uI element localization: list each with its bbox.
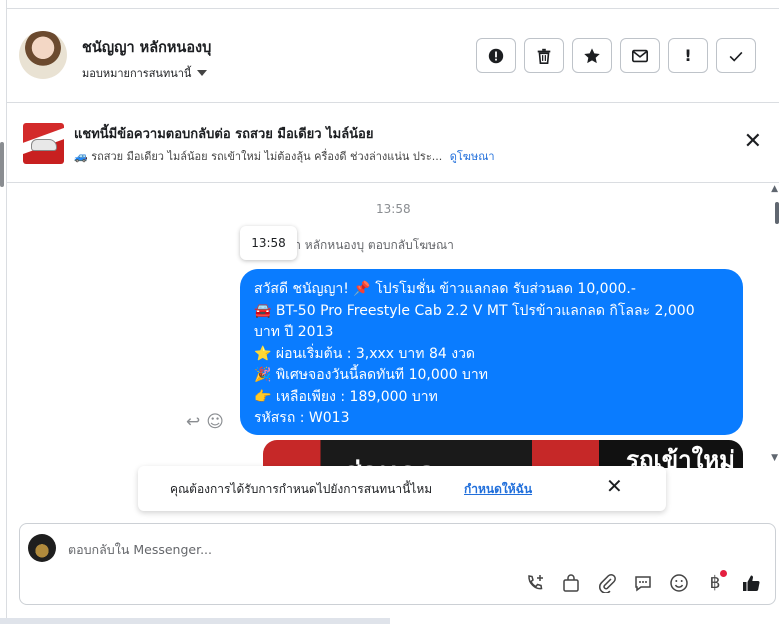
contact-name[interactable]: ชนัญญา หลักหนองบุ	[82, 36, 211, 59]
star-button[interactable]	[572, 38, 612, 73]
notification-dot	[720, 570, 727, 577]
envelope-icon	[631, 49, 649, 62]
done-button[interactable]	[716, 38, 756, 73]
message-composer[interactable]: ตอบกลับใน Messenger... ฿	[19, 523, 776, 605]
mark-unread-button[interactable]	[620, 38, 660, 73]
check-icon	[729, 51, 743, 62]
reply-icon[interactable]: ↩	[186, 412, 200, 432]
close-icon[interactable]: ✕	[744, 131, 762, 153]
composer-input[interactable]: ตอบกลับใน Messenger...	[68, 540, 212, 560]
message-line: 🚘 BT-50 Pro Freestyle Cab 2.2 V MT โปรข้…	[254, 302, 695, 319]
assign-prompt: คุณต้องการได้รับการกำหนดไปยังการสนทนานี้…	[138, 466, 666, 511]
trash-icon	[537, 48, 551, 64]
conversation-scrollbar-thumb[interactable]	[775, 202, 779, 224]
scroll-down-icon[interactable]: ▼	[771, 453, 778, 463]
ad-thumbnail[interactable]	[23, 123, 64, 164]
message-line: สวัสดี ชนัญญา! 📌 โปรโมชั่น ข้าวแลกลด รับ…	[254, 281, 636, 297]
close-icon[interactable]: ✕	[606, 476, 623, 496]
image-message[interactable]: ส่วนลด รถเข้าใหม่	[263, 440, 743, 468]
react-smiley-icon[interactable]: ☺	[206, 412, 224, 432]
image-text-new-car: รถเข้าใหม่	[626, 446, 735, 468]
assign-to-me-link[interactable]: กำหนดให้ฉัน	[464, 480, 532, 499]
conversation-header: ชนัญญา หลักหนองบุ มอบหมายการสนทนานี้ !	[6, 9, 779, 103]
scroll-up-icon[interactable]: ▲	[771, 184, 778, 194]
thumbs-up-icon[interactable]	[739, 572, 763, 594]
ad-subtitle: 🚙 รถสวย มือเดียว ไมล์น้อย รถเข้าใหม่ ไม่…	[74, 147, 495, 165]
page-avatar	[28, 534, 56, 562]
star-icon	[584, 47, 600, 63]
call-add-icon[interactable]	[523, 572, 547, 594]
message-timestamp: 13:58	[376, 202, 411, 216]
ad-reply-banner: แชทนี้มีข้อความตอบกลับต่อ รถสวย มือเดียว…	[6, 103, 779, 183]
assign-dropdown[interactable]: มอบหมายการสนทนานี้	[82, 64, 208, 82]
follow-up-button[interactable]: !	[668, 38, 708, 73]
assign-label: มอบหมายการสนทนานี้	[82, 67, 192, 80]
message-line: ⭐ ผ่อนเริ่มต้น : 3,xxx บาท 84 งวด	[254, 345, 476, 362]
ad-title: แชทนี้มีข้อความตอบกลับต่อ รถสวย มือเดียว…	[74, 127, 374, 142]
assign-question: คุณต้องการได้รับการกำหนดไปยังการสนทนานี้…	[170, 482, 433, 496]
car-image	[31, 139, 57, 151]
replied-to-ad-note: ญา หลักหนองบุ ตอบกลับโฆษณา	[284, 238, 454, 252]
left-scrollbar[interactable]	[0, 142, 4, 187]
message-line: 👉 เหลือเพียง : 189,000 บาท	[254, 388, 438, 405]
attachment-icon[interactable]	[595, 572, 619, 594]
view-ad-link[interactable]: ดูโฆษณา	[450, 150, 495, 163]
time-tooltip: 13:58	[240, 226, 297, 260]
delete-button[interactable]	[524, 38, 564, 73]
emoji-icon[interactable]	[667, 572, 691, 594]
ad-description: 🚙 รถสวย มือเดียว ไมล์น้อย รถเข้าใหม่ ไม่…	[74, 150, 443, 163]
message-bubble: สวัสดี ชนัญญา! 📌 โปรโมชั่น ข้าวแลกลด รับ…	[240, 269, 743, 435]
shopping-bag-icon[interactable]	[559, 572, 583, 594]
message-actions: ↩ ☺	[186, 412, 224, 432]
bottom-taskbar-strip	[0, 618, 390, 624]
report-button[interactable]	[476, 38, 516, 73]
message-line: บาท ปี 2013	[254, 324, 334, 340]
caret-down-icon	[197, 70, 208, 76]
composer-tools: ฿	[523, 570, 763, 594]
header-actions: !	[476, 38, 756, 73]
exclamation-circle-icon	[488, 48, 504, 63]
saved-reply-icon[interactable]	[631, 572, 655, 594]
message-line: 🎉 พิเศษจองวันนี้ลดทันที 10,000 บาท	[254, 367, 489, 383]
payment-baht-icon[interactable]: ฿	[703, 570, 727, 594]
message-line: รหัสรถ : W013	[254, 410, 350, 426]
contact-avatar[interactable]	[19, 31, 67, 79]
exclamation-icon: !	[684, 46, 692, 65]
